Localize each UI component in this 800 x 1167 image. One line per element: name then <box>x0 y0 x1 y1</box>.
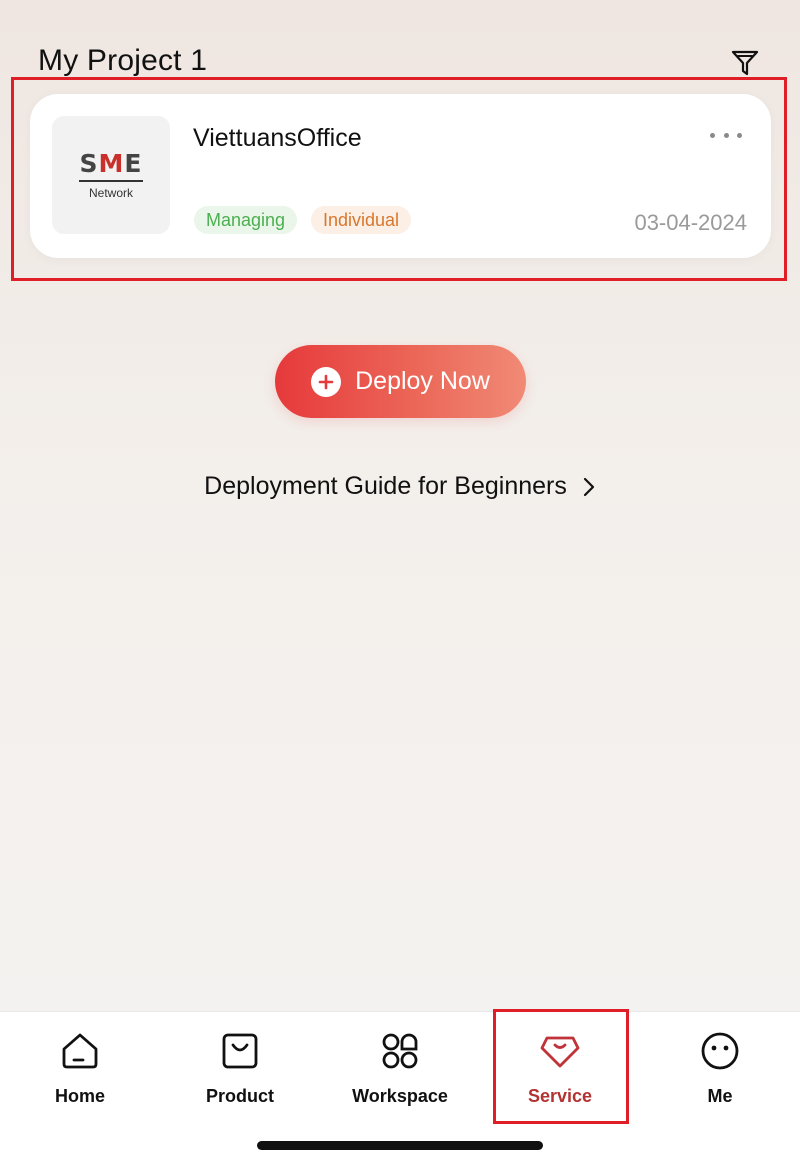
page-title: My Project 1 <box>38 44 208 77</box>
tab-workspace-label: Workspace <box>352 1086 448 1106</box>
tab-me[interactable]: Me <box>640 1026 800 1126</box>
tab-home-label: Home <box>54 1086 105 1106</box>
shopping-bag-icon <box>222 1033 258 1069</box>
highlight-box-service-tab <box>493 1009 629 1124</box>
smiley-icon <box>701 1032 739 1070</box>
grid-icon <box>382 1033 418 1069</box>
tab-product[interactable]: Product <box>160 1026 320 1126</box>
filter-icon <box>731 50 759 76</box>
tab-me-label: Me <box>707 1086 733 1106</box>
highlight-box-project <box>11 77 787 281</box>
deployment-guide-link[interactable]: Deployment Guide for Beginners <box>0 472 800 501</box>
tab-product-label: Product <box>205 1086 274 1106</box>
filter-button[interactable] <box>728 46 762 80</box>
home-icon <box>62 1033 98 1069</box>
chevron-right-icon <box>583 478 594 497</box>
deploy-now-button[interactable]: Deploy Now <box>275 345 526 418</box>
deployment-guide-label: Deployment Guide for Beginners <box>204 472 567 500</box>
plus-circle-icon <box>311 366 342 397</box>
deploy-now-label: Deploy Now <box>355 367 490 395</box>
home-indicator[interactable] <box>257 1141 543 1150</box>
tab-home[interactable]: Home <box>0 1026 160 1126</box>
tab-workspace[interactable]: Workspace <box>320 1026 480 1126</box>
